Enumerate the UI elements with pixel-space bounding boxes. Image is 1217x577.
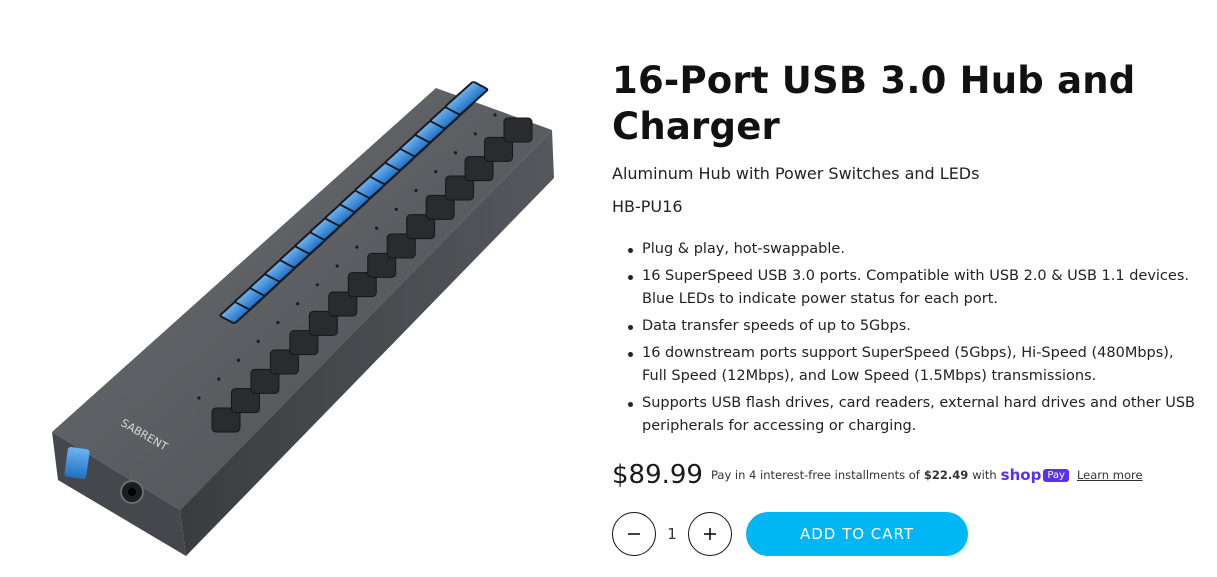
plus-icon — [704, 528, 716, 540]
led-indicator — [473, 132, 477, 136]
led-indicator — [197, 396, 201, 400]
product-image: SABRENT — [52, 81, 554, 556]
cart-row: 1 ADD TO CART — [612, 512, 968, 556]
shop-pay-badge: Pay — [1043, 468, 1069, 482]
led-indicator — [256, 339, 260, 343]
feature-item: Data transfer speeds of up to 5Gbps. — [612, 315, 1202, 338]
learn-more-link[interactable]: Learn more — [1077, 468, 1143, 482]
feature-item: Plug & play, hot-swappable. — [612, 238, 1202, 261]
led-indicator — [355, 245, 359, 249]
product-price: $89.99 — [612, 460, 703, 490]
installment-amount: $22.49 — [923, 468, 969, 482]
feature-list: Plug & play, hot-swappable. 16 SuperSpee… — [612, 238, 1202, 438]
increase-quantity-button[interactable] — [688, 512, 732, 556]
product-title: 16-Port USB 3.0 Hub and Charger — [612, 59, 1136, 148]
led-indicator — [394, 207, 398, 211]
led-indicator — [453, 151, 458, 155]
led-indicator — [414, 188, 418, 193]
led-indicator — [217, 377, 221, 381]
installment-text: Pay in 4 interest-free installments of — [710, 468, 920, 482]
power-switch — [503, 117, 533, 143]
feature-item: Supports USB flash drives, card readers,… — [612, 392, 1202, 438]
led-indicator — [335, 264, 339, 268]
led-indicator — [276, 320, 280, 325]
led-indicator — [434, 170, 438, 174]
led-indicator — [296, 302, 300, 306]
add-to-cart-button[interactable]: ADD TO CART — [746, 512, 968, 556]
led-indicator — [236, 358, 241, 362]
minus-icon — [628, 533, 640, 535]
led-indicator — [375, 226, 379, 230]
led-indicator — [315, 283, 319, 287]
led-indicator — [493, 113, 497, 117]
feature-item: 16 downstream ports support SuperSpeed (… — [612, 342, 1202, 388]
decrease-quantity-button[interactable] — [612, 512, 656, 556]
product-info: 16-Port USB 3.0 Hub and Charger Aluminum… — [612, 58, 1202, 442]
price-row: $89.99 Pay in 4 interest-free installmen… — [612, 460, 1143, 490]
feature-item: 16 SuperSpeed USB 3.0 ports. Compatible … — [612, 265, 1202, 311]
product-sku: HB-PU16 — [612, 197, 683, 216]
installment-info: Pay in 4 interest-free installments of $… — [711, 466, 1143, 484]
quantity-value[interactable]: 1 — [656, 525, 688, 543]
installment-with: with — [972, 468, 997, 482]
product-subtitle: Aluminum Hub with Power Switches and LED… — [612, 164, 980, 183]
shop-pay-logo: shop — [1000, 466, 1042, 484]
